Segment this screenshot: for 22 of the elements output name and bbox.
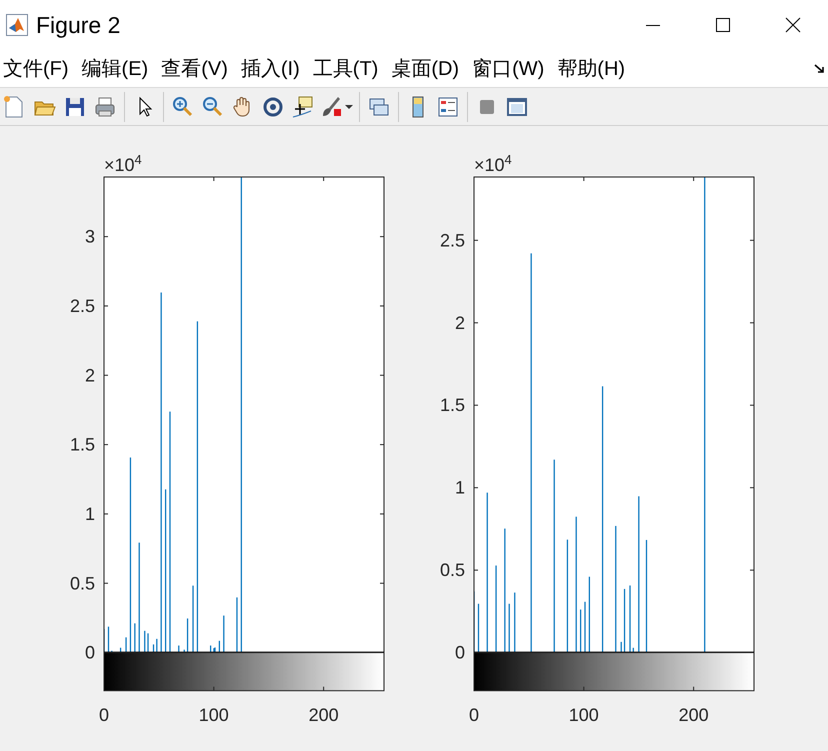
y-tick-label: 1 <box>454 478 465 498</box>
window-title: Figure 2 <box>36 10 120 40</box>
x-tick-label: 0 <box>99 705 109 725</box>
y-tick-label: 1.5 <box>70 434 95 455</box>
y-tick-label: 2.5 <box>70 296 95 316</box>
axis-multiplier: ×10$^{4}$ <box>104 152 142 175</box>
y-tick-label: 1 <box>84 504 95 524</box>
x-tick-label: 200 <box>308 705 339 725</box>
x-tick-label: 100 <box>198 705 229 725</box>
y-tick-label: 2 <box>454 312 465 333</box>
x-tick-label: 100 <box>568 705 599 725</box>
y-tick-label: 0.5 <box>440 560 465 580</box>
y-tick-label: 2 <box>84 365 95 386</box>
y-tick-label: 2.5 <box>440 230 465 250</box>
y-tick-label: 3 <box>84 226 95 247</box>
x-tick-label: 200 <box>678 705 709 725</box>
y-tick-label: 0.5 <box>70 573 95 594</box>
y-tick-label: 0 <box>454 642 465 663</box>
axis-multiplier: ×10$^{4}$ <box>474 152 512 175</box>
y-tick-label: 0 <box>84 642 95 663</box>
x-tick-label: 0 <box>469 705 479 725</box>
y-tick-label: 1.5 <box>440 395 465 416</box>
